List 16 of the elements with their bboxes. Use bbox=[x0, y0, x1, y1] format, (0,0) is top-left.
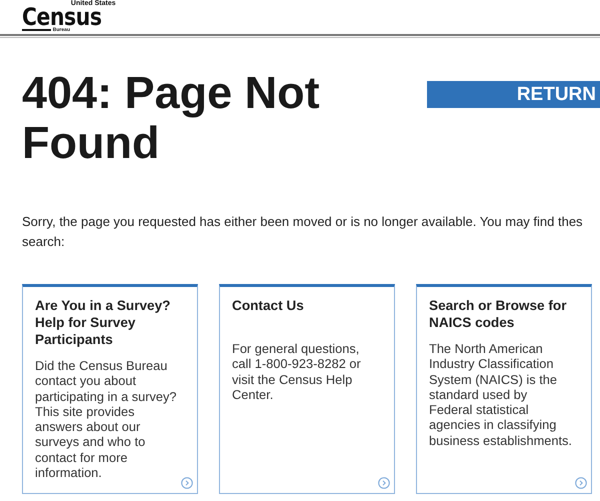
arrow-circle-icon[interactable] bbox=[378, 477, 390, 489]
page-heading: 404: Page Not Found bbox=[22, 68, 321, 168]
info-card[interactable]: Search or Browse for NAICS codes The North American Industry Classification System (NAICS) is the standard used by Federal statistical agencies in classifying business establishments. bbox=[416, 284, 592, 494]
arrow-circle-icon[interactable] bbox=[181, 477, 193, 489]
card-title: Contact Us bbox=[232, 297, 305, 314]
card-title: Search or Browse for NAICS codes bbox=[429, 297, 568, 331]
return-button[interactable]: RETURN bbox=[427, 81, 600, 108]
intro-text: Sorry, the page you requested has either been moved or is no longer available. You may find thes bbox=[22, 213, 584, 231]
card-text: The North American Industry Classification System (NAICS) is the standard used by Federal statistical agencies in classifying business establishments. bbox=[429, 341, 573, 448]
info-card[interactable]: Contact Us For general questions, call 1-800-923-8282 or visit the Census Help Center. bbox=[219, 284, 395, 494]
intro-text: search: bbox=[22, 233, 66, 251]
info-card[interactable] bbox=[22, 284, 198, 494]
card-title: Are You in a Survey? Help for Survey Participants bbox=[35, 297, 172, 348]
arrow-circle-icon[interactable] bbox=[575, 477, 587, 489]
card-text: Did the Census Bureau contact you about participating in a survey? This site provides answers about our surveys and who to contact for more information. bbox=[35, 358, 178, 480]
card-text: For general questions, call 1-800-923-8282 or visit the Census Help Center. bbox=[232, 341, 362, 402]
